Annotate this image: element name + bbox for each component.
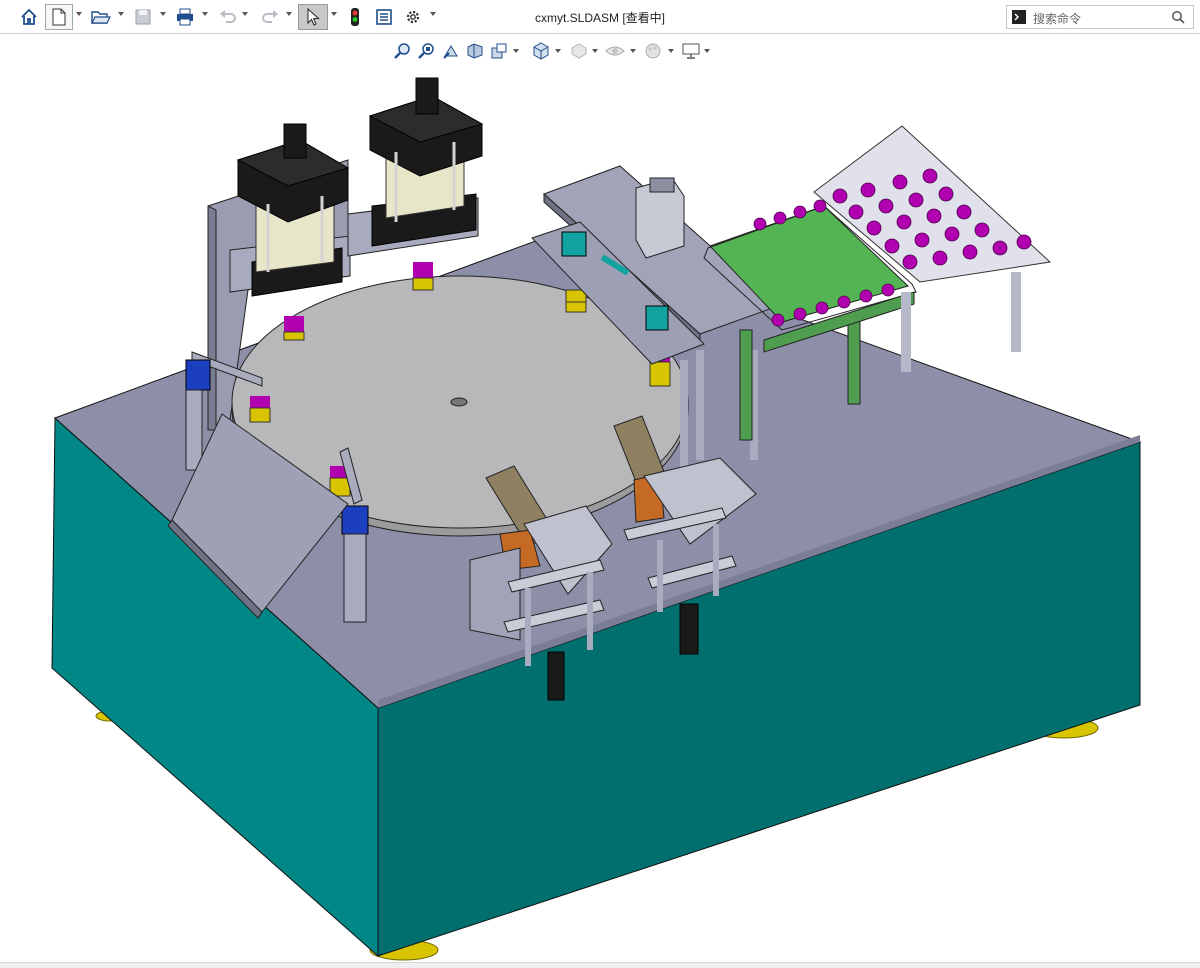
part <box>771 313 785 327</box>
part <box>793 307 807 321</box>
part <box>813 199 827 213</box>
part <box>878 198 894 214</box>
undo-dropdown-caret[interactable] <box>242 12 248 16</box>
part <box>908 192 924 208</box>
fixture-nest <box>412 262 434 291</box>
file-properties-icon <box>376 9 392 25</box>
printer-icon <box>177 8 193 26</box>
part <box>902 254 918 270</box>
rebuild-button[interactable] <box>344 4 366 30</box>
print-button[interactable] <box>172 4 198 30</box>
undo-button[interactable] <box>216 4 240 30</box>
linear-rail <box>679 603 699 655</box>
print-dropdown-caret[interactable] <box>202 12 208 16</box>
fixture-nest <box>283 316 305 341</box>
redo-icon <box>262 10 278 23</box>
part <box>848 204 864 220</box>
search-commands-box[interactable]: 搜索命令 <box>1006 5 1194 29</box>
redo-dropdown-caret[interactable] <box>286 12 292 16</box>
new-document-icon <box>52 8 66 26</box>
part <box>938 186 954 202</box>
part <box>896 214 912 230</box>
redo-button[interactable] <box>258 4 282 30</box>
gear-icon <box>406 10 420 24</box>
back-panel-side <box>207 205 217 431</box>
part <box>815 301 829 315</box>
options-dropdown-caret[interactable] <box>430 12 436 16</box>
save-button[interactable] <box>130 4 156 30</box>
options-button[interactable] <box>401 4 425 30</box>
undo-icon <box>220 10 236 23</box>
part <box>914 232 930 248</box>
search-icon[interactable] <box>1171 10 1185 24</box>
open-button[interactable] <box>88 4 114 30</box>
part <box>926 208 942 224</box>
part <box>753 217 767 231</box>
turntable-center-hole <box>450 397 468 407</box>
part <box>944 226 960 242</box>
part <box>962 244 978 260</box>
sensor-post <box>185 389 203 471</box>
folder-open-icon <box>91 11 111 24</box>
traffic-light-icon <box>351 8 359 26</box>
fixture-nest <box>249 396 271 423</box>
command-prompt-icon <box>1012 10 1026 24</box>
part <box>922 168 938 184</box>
document-title: cxmyt.SLDASM [查看中] <box>534 11 666 25</box>
select-dropdown-caret[interactable] <box>331 12 337 16</box>
part <box>1016 234 1032 250</box>
hopper-leg <box>901 272 1021 372</box>
part <box>859 289 873 303</box>
part <box>974 222 990 238</box>
part <box>832 188 848 204</box>
part <box>884 238 900 254</box>
pusher-top <box>649 177 675 193</box>
part <box>892 174 908 190</box>
cursor-icon <box>307 8 320 26</box>
graphics-area[interactable] <box>0 34 1200 962</box>
press-cylinder-right <box>347 77 484 257</box>
part <box>793 205 807 219</box>
part <box>866 220 882 236</box>
save-icon <box>135 9 151 25</box>
cylinder-block-teal <box>561 231 587 257</box>
home-icon <box>21 8 37 25</box>
linear-rail <box>547 651 565 701</box>
part <box>992 240 1008 256</box>
part <box>956 204 972 220</box>
new-document-button[interactable] <box>45 4 73 30</box>
search-placeholder: 搜索命令 <box>1033 12 1082 26</box>
sensor-block-blue <box>341 505 369 535</box>
sensor-block-blue <box>185 359 211 391</box>
part <box>932 250 948 266</box>
new-document-dropdown-caret[interactable] <box>76 12 82 16</box>
save-dropdown-caret[interactable] <box>160 12 166 16</box>
fixture-nest <box>565 289 587 313</box>
title-bar: cxmyt.SLDASM [查看中] 搜索命令 <box>0 0 1200 34</box>
home-button[interactable] <box>16 4 42 30</box>
part <box>881 283 895 297</box>
open-dropdown-caret[interactable] <box>118 12 124 16</box>
cylinder-rod-nut <box>283 123 307 159</box>
cylinder-block-teal <box>645 305 669 331</box>
part <box>773 211 787 225</box>
part <box>837 295 851 309</box>
part <box>860 182 876 198</box>
cylinder-rod-nut <box>415 77 439 115</box>
file-properties-button[interactable] <box>372 4 396 30</box>
select-button[interactable] <box>298 4 328 30</box>
sensor-post <box>343 533 367 623</box>
status-strip <box>0 962 1200 968</box>
